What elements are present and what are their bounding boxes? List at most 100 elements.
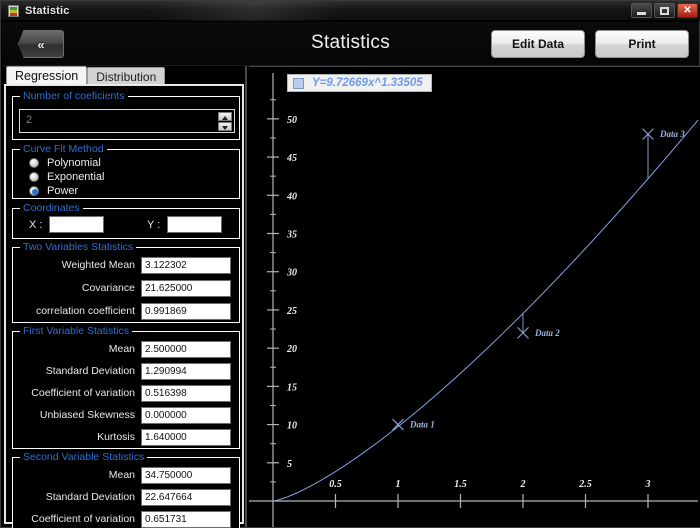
stat-label: Standard Deviation — [45, 491, 135, 503]
tab-bar: Regression Distribution — [6, 66, 166, 85]
svg-text:0.5: 0.5 — [329, 479, 342, 490]
stat-value[interactable]: 21.625000 — [141, 279, 231, 297]
application-window: Statistic ✕ « Statistics Edit Data Print… — [0, 0, 700, 528]
maximize-button[interactable] — [654, 3, 675, 18]
stat-row: Coefficient of variation 0.651731 — [13, 508, 241, 528]
stat-value[interactable]: 3.122302 — [141, 256, 231, 274]
stat-label: Mean — [108, 469, 135, 481]
regression-chart: 5 10 15 20 25 30 35 40 45 50 0.5 1 1.5 2 2.5 3 Data 1 Dat… — [249, 73, 699, 527]
application-icon — [8, 4, 19, 17]
coordinates-group-label: Coordinates — [20, 202, 83, 214]
radio-power-label: Power — [47, 185, 79, 197]
svg-text:3: 3 — [645, 479, 651, 490]
svg-text:40: 40 — [286, 191, 297, 202]
stat-value[interactable]: 0.516398 — [141, 384, 231, 402]
close-icon: ✕ — [683, 4, 692, 16]
svg-text:15: 15 — [287, 382, 297, 393]
svg-text:45: 45 — [286, 153, 297, 164]
coefficients-group: Number of coeficients 2 — [12, 90, 240, 140]
tab-distribution[interactable]: Distribution — [87, 67, 166, 85]
stat-label: Weighted Mean — [61, 259, 135, 271]
stat-row: Coefficient of variation 0.516398 — [13, 382, 241, 404]
print-button[interactable]: Print — [595, 30, 689, 58]
svg-text:1: 1 — [396, 479, 401, 490]
radio-exponential[interactable]: Exponential — [29, 171, 105, 183]
curve-fit-group: Curve Fit Method Polynomial Exponential … — [12, 143, 240, 199]
coefficients-input[interactable]: 2 — [19, 109, 235, 133]
edit-data-button[interactable]: Edit Data — [491, 30, 585, 58]
stat-row: Standard Deviation 1.290994 — [13, 360, 241, 382]
stat-label: Covariance — [81, 282, 135, 294]
stepper-down-icon[interactable] — [218, 122, 232, 131]
svg-text:10: 10 — [287, 421, 297, 432]
two-variables-group-label: Two Variables Statistics — [20, 241, 137, 253]
svg-text:20: 20 — [286, 344, 297, 355]
chart-area[interactable]: 5 10 15 20 25 30 35 40 45 50 0.5 1 1.5 2 2.5 3 Data 1 Dat… — [249, 66, 700, 527]
coordinate-y-input[interactable] — [167, 216, 223, 233]
svg-text:1.5: 1.5 — [454, 479, 467, 490]
svg-text:Data 1: Data 1 — [409, 420, 435, 430]
title-bar: Statistic ✕ — [1, 1, 700, 21]
maximize-icon — [660, 6, 669, 15]
close-button[interactable]: ✕ — [677, 3, 698, 18]
stat-value[interactable]: 0.000000 — [141, 406, 231, 424]
left-panel: Regression Distribution Number of coefic… — [2, 66, 247, 528]
minimize-button[interactable] — [631, 3, 652, 18]
radio-polynomial-icon[interactable] — [29, 158, 39, 168]
two-variables-group: Two Variables Statistics Weighted Mean 3… — [12, 241, 241, 323]
svg-text:35: 35 — [286, 230, 297, 241]
window-controls: ✕ — [631, 3, 698, 18]
legend-color-swatch — [293, 77, 304, 89]
stat-label: Coefficient of variation — [31, 387, 135, 399]
stat-row: Unbiased Skewness 0.000000 — [13, 404, 241, 426]
radio-exponential-icon[interactable] — [29, 172, 39, 182]
stat-label: Standard Deviation — [45, 365, 135, 377]
coordinate-x-field: X : — [29, 216, 105, 233]
stat-value[interactable]: 1.640000 — [141, 428, 231, 446]
radio-power-icon[interactable] — [29, 186, 39, 196]
second-variable-group: Second Variable Statistics Mean 34.75000… — [12, 451, 241, 528]
header-toolbar: « Statistics Edit Data Print — [2, 22, 699, 66]
stat-value[interactable]: 1.290994 — [141, 362, 231, 380]
stat-value[interactable]: 34.750000 — [141, 466, 231, 484]
stepper-up-icon[interactable] — [218, 112, 232, 121]
svg-text:Data 2: Data 2 — [534, 328, 560, 338]
stat-value[interactable]: 2.500000 — [141, 340, 231, 358]
stat-label: Unbiased Skewness — [39, 409, 135, 421]
second-variable-group-label: Second Variable Statistics — [20, 451, 148, 463]
legend-equation-label: Y=9.72669x^1.33505 — [312, 77, 423, 89]
stat-row: Weighted Mean 3.122302 — [13, 254, 241, 276]
svg-text:2: 2 — [520, 479, 526, 490]
svg-text:25: 25 — [286, 306, 297, 317]
svg-text:50: 50 — [287, 115, 297, 126]
tab-regression[interactable]: Regression — [6, 66, 88, 85]
first-variable-group-label: First Variable Statistics — [20, 325, 132, 337]
stat-row: Mean 34.750000 — [13, 464, 241, 486]
radio-exponential-label: Exponential — [47, 171, 105, 183]
minimize-icon — [637, 11, 646, 15]
chart-legend[interactable]: Y=9.72669x^1.33505 — [287, 74, 432, 92]
coefficients-value: 2 — [26, 114, 33, 126]
stat-value[interactable]: 0.991869 — [141, 302, 231, 320]
svg-text:2.5: 2.5 — [578, 479, 592, 490]
stat-value[interactable]: 22.647664 — [141, 488, 231, 506]
radio-power[interactable]: Power — [29, 185, 78, 197]
coordinates-group: Coordinates X : Y : — [12, 202, 240, 239]
stat-row: Covariance 21.625000 — [13, 277, 241, 299]
radio-polynomial[interactable]: Polynomial — [29, 157, 101, 169]
stat-label: Kurtosis — [97, 431, 135, 443]
coefficients-group-label: Number of coeficients — [20, 90, 128, 102]
svg-text:30: 30 — [286, 268, 297, 279]
coefficients-stepper[interactable] — [218, 112, 232, 131]
stat-row: Standard Deviation 22.647664 — [13, 486, 241, 508]
svg-text:Data 3: Data 3 — [659, 129, 685, 139]
coordinate-y-label: Y : — [147, 218, 161, 231]
stat-row: correlation coefficient 0.991869 — [13, 300, 241, 322]
first-variable-group: First Variable Statistics Mean 2.500000 … — [12, 325, 241, 449]
coordinate-x-input[interactable] — [49, 216, 105, 233]
stat-row: Kurtosis 1.640000 — [13, 426, 241, 448]
regression-tab-panel: Number of coeficients 2 Curve Fit Method… — [4, 84, 244, 528]
stat-value[interactable]: 0.651731 — [141, 510, 231, 528]
coordinate-x-label: X : — [29, 218, 43, 231]
stat-label: Coefficient of variation — [31, 513, 135, 525]
